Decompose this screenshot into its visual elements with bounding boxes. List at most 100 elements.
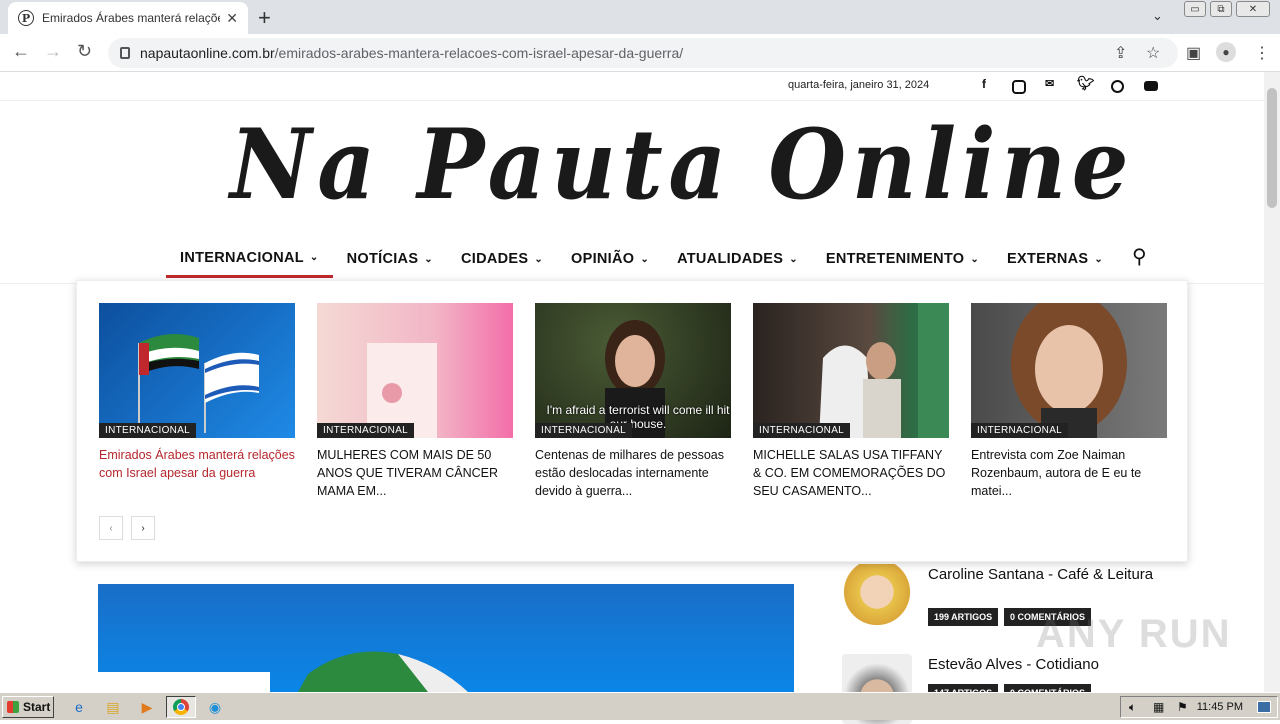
chrome-icon bbox=[173, 699, 189, 715]
system-tray: 🔈︎ ▦ ⚑ 11:45 PM bbox=[1120, 696, 1278, 718]
scrollbar-thumb[interactable] bbox=[1267, 88, 1277, 208]
new-tab-icon[interactable]: + bbox=[258, 5, 271, 31]
restore-window-icon[interactable]: ⧉ bbox=[1210, 1, 1232, 17]
bookmark-star-icon[interactable]: ☆ bbox=[1146, 43, 1160, 63]
mail-icon[interactable]: ✉ bbox=[1045, 77, 1054, 90]
articles-count-badge: 199 ARTIGOS bbox=[928, 608, 999, 626]
windows-logo-icon bbox=[7, 701, 19, 713]
article-title[interactable]: Centenas de milhares de pessoas estão de… bbox=[535, 446, 731, 500]
article-card[interactable]: INTERNACIONAL Entrevista com Zoe Naiman … bbox=[971, 303, 1167, 500]
chrome-taskbar-icon[interactable] bbox=[166, 696, 196, 718]
article-card[interactable]: INTERNACIONAL MICHELLE SALAS USA TIFFANY… bbox=[753, 303, 949, 500]
menu-kebab-icon[interactable]: ⋮ bbox=[1254, 43, 1270, 63]
chevron-down-icon: ⌄ bbox=[789, 253, 798, 265]
browser-toolbar: ← → ↻ napautaonline.com.br /emirados-ara… bbox=[0, 34, 1280, 72]
current-date: quarta-feira, janeiro 31, 2024 bbox=[788, 79, 930, 91]
facebook-icon[interactable]: f bbox=[982, 77, 986, 91]
chevron-down-icon: ⌄ bbox=[534, 253, 544, 265]
clock[interactable]: 11:45 PM bbox=[1197, 701, 1243, 713]
flag-icon[interactable]: ⚑ bbox=[1177, 700, 1188, 714]
chevron-down-icon: ⌄ bbox=[970, 253, 980, 265]
whatsapp-icon[interactable] bbox=[1111, 80, 1124, 93]
file-explorer-icon[interactable]: ▤ bbox=[102, 697, 124, 717]
category-tag[interactable]: INTERNACIONAL bbox=[971, 423, 1069, 438]
media-player-icon[interactable]: ▶ bbox=[136, 697, 158, 717]
share-icon[interactable]: ⇪ bbox=[1114, 43, 1127, 63]
article-title[interactable]: Emirados Árabes manterá relações com Isr… bbox=[99, 446, 295, 482]
nav-label: OPINIÃO bbox=[571, 251, 635, 267]
category-tag[interactable]: INTERNACIONAL bbox=[99, 423, 197, 438]
browser-tab[interactable]: P Emirados Árabes manterá relações c ✕ bbox=[8, 2, 248, 34]
article-card[interactable]: INTERNACIONAL MULHERES COM MAIS DE 50 AN… bbox=[317, 303, 513, 500]
article-thumbnail[interactable]: INTERNACIONAL bbox=[971, 303, 1167, 438]
article-thumbnail[interactable]: INTERNACIONAL bbox=[317, 303, 513, 438]
category-tag[interactable]: INTERNACIONAL bbox=[753, 423, 851, 438]
volume-icon[interactable]: 🔈︎ bbox=[1129, 700, 1136, 715]
woman-portrait-image bbox=[1011, 303, 1127, 438]
article-card[interactable]: I'm afraid a terrorist will come ill hit… bbox=[535, 303, 731, 500]
start-label: Start bbox=[23, 700, 51, 714]
show-desktop-icon[interactable] bbox=[1257, 701, 1271, 713]
reload-icon[interactable]: ↻ bbox=[77, 41, 92, 62]
nav-label: INTERNACIONAL bbox=[180, 249, 304, 266]
nav-item-internacional[interactable]: INTERNACIONAL ⌄ bbox=[166, 240, 333, 278]
chevron-down-icon: ⌄ bbox=[1094, 253, 1104, 265]
article-title[interactable]: MICHELLE SALAS USA TIFFANY & CO. EM COME… bbox=[753, 446, 949, 500]
forward-icon[interactable]: → bbox=[44, 41, 62, 62]
next-page-icon[interactable]: › bbox=[131, 516, 155, 540]
nav-item-entretenimento[interactable]: ENTRETENIMENTO ⌄ bbox=[812, 240, 993, 278]
nav-label: EXTERNAS bbox=[1007, 251, 1089, 267]
profile-avatar-icon[interactable]: ● bbox=[1216, 42, 1236, 62]
article-thumbnail[interactable]: I'm afraid a terrorist will come ill hit… bbox=[535, 303, 731, 438]
close-tab-icon[interactable]: ✕ bbox=[226, 10, 238, 27]
youtube-icon[interactable] bbox=[1144, 81, 1158, 91]
watermark: ANY RUN bbox=[1036, 612, 1232, 656]
start-button[interactable]: Start bbox=[2, 696, 54, 718]
nav-item-atualidades[interactable]: ATUALIDADES ⌄ bbox=[663, 240, 812, 278]
nav-item-cidades[interactable]: CIDADES ⌄ bbox=[447, 240, 557, 278]
site-top-bar: quarta-feira, janeiro 31, 2024 f ✉ 🐦︎ bbox=[0, 72, 1264, 101]
chevron-down-icon: ⌄ bbox=[309, 252, 319, 263]
search-icon[interactable]: ⚲ bbox=[1132, 244, 1147, 269]
article-card[interactable]: INTERNACIONAL Emirados Árabes manterá re… bbox=[99, 303, 295, 482]
pink-ribbon-image bbox=[367, 343, 437, 438]
tab-title: Emirados Árabes manterá relações c bbox=[42, 11, 221, 25]
nav-item-opiniao[interactable]: OPINIÃO ⌄ bbox=[557, 240, 663, 278]
nav-label: ATUALIDADES bbox=[677, 251, 784, 267]
mega-menu-dropdown: INTERNACIONAL Emirados Árabes manterá re… bbox=[76, 280, 1188, 562]
article-title[interactable]: MULHERES COM MAIS DE 50 ANOS QUE TIVERAM… bbox=[317, 446, 513, 500]
url-path: /emirados-arabes-mantera-relacoes-com-is… bbox=[274, 45, 684, 61]
instagram-icon[interactable] bbox=[1012, 80, 1026, 94]
nav-item-externas[interactable]: EXTERNAS ⌄ bbox=[993, 240, 1117, 278]
twitter-icon[interactable]: 🐦︎ bbox=[1077, 75, 1095, 92]
chevron-down-icon: ⌄ bbox=[640, 253, 650, 265]
tab-search-chevron-icon[interactable]: ⌄ bbox=[1152, 8, 1163, 24]
nav-label: CIDADES bbox=[460, 251, 529, 267]
site-logo[interactable]: Na Pauta Online bbox=[230, 112, 1129, 218]
lock-icon bbox=[120, 47, 130, 59]
flags-image bbox=[138, 334, 259, 433]
internet-explorer-icon[interactable]: e bbox=[68, 697, 90, 717]
minimize-window-icon[interactable]: ▭ bbox=[1184, 1, 1206, 17]
category-tag[interactable]: INTERNACIONAL bbox=[535, 423, 633, 438]
article-title[interactable]: Entrevista com Zoe Naiman Rozenbaum, aut… bbox=[971, 446, 1167, 500]
wedding-couple-image bbox=[819, 303, 949, 438]
hero-caption-box bbox=[98, 672, 270, 692]
edge-icon[interactable]: ◉ bbox=[204, 697, 226, 717]
network-icon[interactable]: ▦ bbox=[1153, 700, 1164, 714]
author-name[interactable]: Caroline Santana - Café & Leitura bbox=[928, 566, 1158, 584]
category-tag[interactable]: INTERNACIONAL bbox=[317, 423, 415, 438]
nav-item-noticias[interactable]: NOTÍCIAS ⌄ bbox=[333, 240, 447, 278]
side-panel-icon[interactable]: ▣ bbox=[1186, 43, 1201, 63]
article-thumbnail[interactable]: INTERNACIONAL bbox=[99, 303, 295, 438]
address-bar[interactable]: napautaonline.com.br /emirados-arabes-ma… bbox=[108, 38, 1178, 68]
article-thumbnail[interactable]: INTERNACIONAL bbox=[753, 303, 949, 438]
site-favicon-icon: P bbox=[18, 10, 34, 26]
prev-page-icon[interactable]: ‹ bbox=[99, 516, 123, 540]
author-name[interactable]: Estevão Alves - Cotidiano bbox=[928, 656, 1158, 674]
back-icon[interactable]: ← bbox=[12, 41, 30, 62]
chevron-down-icon: ⌄ bbox=[424, 253, 433, 265]
close-window-icon[interactable]: ✕ bbox=[1236, 1, 1270, 17]
nav-label: ENTRETENIMENTO bbox=[825, 251, 965, 267]
nav-label: NOTÍCIAS bbox=[346, 251, 419, 267]
